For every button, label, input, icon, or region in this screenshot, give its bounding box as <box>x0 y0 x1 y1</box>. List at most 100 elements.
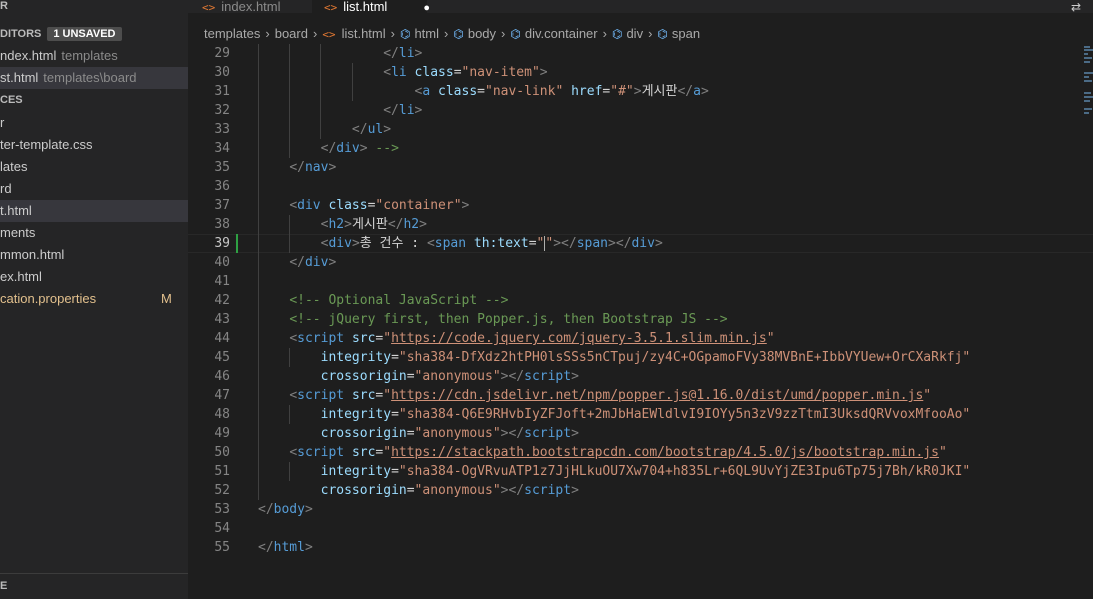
line-number: 39 <box>214 236 230 251</box>
indent-guide <box>289 348 291 367</box>
code-line[interactable]: 42 <!-- Optional JavaScript --> <box>188 291 1093 310</box>
tree-item[interactable]: ments <box>0 222 188 244</box>
code-line[interactable]: 29 </li> <box>188 44 1093 63</box>
breadcrumb-separator: › <box>602 26 607 41</box>
code-line[interactable]: 37 <div class="container"> <box>188 196 1093 215</box>
breadcrumb-label: list.html <box>341 26 386 41</box>
breadcrumb-label: body <box>467 26 497 41</box>
breadcrumb-separator: › <box>265 26 270 41</box>
tree-item[interactable]: ter-template.css <box>0 134 188 156</box>
code-text: <div class="container"> <box>289 198 470 213</box>
code-line[interactable]: 39 <div>총 건수 : <span th:text=""></span><… <box>188 234 1093 253</box>
minimap[interactable] <box>1082 44 1093 124</box>
tab-bar: <> index.html <> list.html ● <box>188 0 1093 14</box>
tree-item[interactable]: mmon.html <box>0 244 188 266</box>
line-number: 33 <box>214 122 230 137</box>
breadcrumb-item[interactable]: ⌬ html <box>400 22 439 46</box>
bottom-section-header[interactable]: E <box>0 580 7 592</box>
open-editor-name: st.html <box>0 70 39 85</box>
code-text: </li> <box>383 103 423 118</box>
breadcrumb-item[interactable]: templates <box>204 22 260 46</box>
code-text: <!-- Optional JavaScript --> <box>289 293 509 308</box>
code-text: <script src="https://cdn.jsdelivr.net/np… <box>289 388 932 403</box>
tree-item-selected[interactable]: t.html <box>0 200 188 222</box>
code-line[interactable]: 55 </html> <box>188 538 1093 557</box>
tree-item[interactable]: rd <box>0 178 188 200</box>
breadcrumb-item[interactable]: board <box>275 22 308 46</box>
code-line[interactable]: 44 <script src="https://code.jquery.com/… <box>188 329 1093 348</box>
code-line[interactable]: 41 <box>188 272 1093 291</box>
tab-list-html[interactable]: <> list.html ● <box>312 0 430 14</box>
code-line[interactable]: 51 integrity="sha384-OgVRvuATP1z7JjHLkuO… <box>188 462 1093 481</box>
code-line[interactable]: 31 <a class="nav-link" href="#">게시판</a> <box>188 82 1093 101</box>
symbol-element-icon: ⌬ <box>399 27 411 41</box>
code-line[interactable]: 49 crossorigin="anonymous"></script> <box>188 424 1093 443</box>
line-number: 42 <box>214 293 230 308</box>
code-line[interactable]: 53 </body> <box>188 500 1093 519</box>
code-line[interactable]: 33 </ul> <box>188 120 1093 139</box>
code-line[interactable]: 47 <script src="https://cdn.jsdelivr.net… <box>188 386 1093 405</box>
tab-index-html[interactable]: <> index.html <box>202 0 312 14</box>
open-editor-desc: templates <box>61 48 118 63</box>
code-line[interactable]: 50 <script src="https://stackpath.bootst… <box>188 443 1093 462</box>
symbol-element-icon: ⌬ <box>657 27 668 41</box>
html-file-icon: <> <box>324 1 338 14</box>
html-file-icon: <> <box>322 28 336 41</box>
line-number: 44 <box>214 331 230 346</box>
code-text: <script src="https://stackpath.bootstrap… <box>289 445 947 460</box>
open-editor-item-list[interactable]: st.html templates\board <box>0 67 188 89</box>
code-text: crossorigin="anonymous"></script> <box>320 369 579 384</box>
tab-label: list.html <box>343 0 388 14</box>
tree-item[interactable]: r <box>0 112 188 134</box>
tree-item[interactable]: ex.html <box>0 266 188 288</box>
line-number: 55 <box>214 540 230 555</box>
breadcrumb-item[interactable]: ⌬ div <box>612 22 643 46</box>
line-number: 51 <box>214 464 230 479</box>
breadcrumb-label: div.container <box>524 26 598 41</box>
indent-guide <box>289 405 291 424</box>
minimap-line <box>1084 61 1090 63</box>
code-line[interactable]: 32 </li> <box>188 101 1093 120</box>
minimap-line <box>1084 92 1091 94</box>
code-line[interactable]: 45 integrity="sha384-DfXdz2htPH0lsSSs5nC… <box>188 348 1093 367</box>
explorer-sidebar: R DITORS 1 UNSAVED ndex.html templates st.… <box>0 0 188 599</box>
open-editors-header[interactable]: DITORS 1 UNSAVED <box>0 27 122 41</box>
code-line[interactable]: 36 <box>188 177 1093 196</box>
breadcrumb-item[interactable]: ⌬ body <box>453 22 496 46</box>
git-change-marker[interactable] <box>236 234 238 253</box>
code-line[interactable]: 46 crossorigin="anonymous"></script> <box>188 367 1093 386</box>
code-text: <li class="nav-item"> <box>383 65 548 80</box>
code-line[interactable]: 43 <!-- jQuery first, then Popper.js, th… <box>188 310 1093 329</box>
tree-item[interactable]: lates <box>0 156 188 178</box>
line-number: 41 <box>214 274 230 289</box>
tab-label: index.html <box>221 0 281 14</box>
code-line[interactable]: 30 <li class="nav-item"> <box>188 63 1093 82</box>
breadcrumb-separator: › <box>312 26 318 41</box>
code-text: <a class="nav-link" href="#">게시판</a> <box>414 84 709 99</box>
code-line[interactable]: 52 crossorigin="anonymous"></script> <box>188 481 1093 500</box>
code-line[interactable]: 54 <box>188 519 1093 538</box>
code-line[interactable]: 34 </div> --> <box>188 139 1093 158</box>
line-number: 46 <box>214 369 230 384</box>
resources-header[interactable]: CES <box>0 94 23 106</box>
code-line[interactable]: 48 integrity="sha384-Q6E9RHvbIyZFJoft+2m… <box>188 405 1093 424</box>
breadcrumb-item[interactable]: ⌬ div.container <box>510 22 597 46</box>
code-line[interactable]: 40 </div> <box>188 253 1093 272</box>
code-line[interactable]: 35 </nav> <box>188 158 1093 177</box>
indent-guide <box>258 44 259 500</box>
line-number: 45 <box>214 350 230 365</box>
code-text: <script src="https://code.jquery.com/jqu… <box>289 331 775 346</box>
line-number: 52 <box>214 483 230 498</box>
minimap-line <box>1084 108 1092 110</box>
code-editor[interactable]: 29 </li> 30 <li class="nav-item"> 31 <a cl… <box>188 44 1093 599</box>
breadcrumb-separator: › <box>501 26 506 41</box>
compare-changes-icon[interactable]: ⇄ <box>1071 0 1081 14</box>
open-editor-item-index[interactable]: ndex.html templates <box>0 45 188 67</box>
unsaved-dot-icon[interactable]: ● <box>423 2 430 14</box>
breadcrumb-item[interactable]: ⌬ span <box>657 22 700 46</box>
tree-item-modified[interactable]: cation.properties M <box>0 288 188 310</box>
open-editor-name: ndex.html <box>0 48 57 63</box>
code-line[interactable]: 38 <h2>게시판</h2> <box>188 215 1093 234</box>
line-number: 47 <box>214 388 230 403</box>
